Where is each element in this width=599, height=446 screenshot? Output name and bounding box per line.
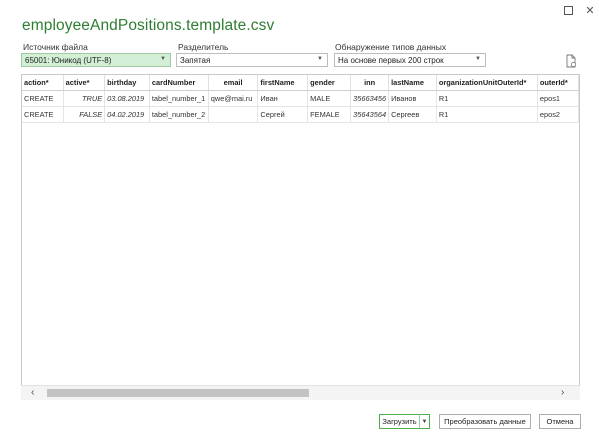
table-cell: tabel_number_1 bbox=[149, 90, 209, 107]
scrollbar-thumb[interactable] bbox=[47, 389, 309, 397]
table-cell: Сергеев bbox=[388, 106, 437, 123]
column-header[interactable]: birthday bbox=[104, 75, 150, 91]
chevron-down-icon: ▼ bbox=[475, 56, 481, 62]
cancel-button[interactable]: Отмена bbox=[539, 414, 581, 429]
chevron-down-icon: ▼ bbox=[421, 418, 428, 425]
transform-data-button[interactable]: Преобразовать данные bbox=[439, 414, 531, 429]
close-icon[interactable]: ✕ bbox=[583, 3, 597, 17]
table-cell: qwe@mai.ru bbox=[208, 90, 259, 107]
table-cell: R1 bbox=[436, 90, 538, 107]
scroll-right-icon[interactable]: › bbox=[561, 386, 564, 400]
delimiter-dropdown[interactable]: Запятая ▼ bbox=[176, 53, 328, 67]
table-cell bbox=[208, 106, 259, 123]
delimiter-value: Запятая bbox=[180, 55, 211, 65]
table-cell: epos2 bbox=[537, 106, 579, 123]
type-detection-value: На основе первых 200 строк bbox=[338, 55, 444, 65]
table-cell: Иванов bbox=[388, 90, 437, 107]
column-header[interactable]: action* bbox=[22, 75, 64, 91]
table-cell: TRUE bbox=[63, 90, 106, 107]
table-header-row: action* active* birthday cardNumber email fir… bbox=[22, 75, 579, 91]
chevron-down-icon: ▼ bbox=[317, 56, 323, 62]
type-detection-dropdown[interactable]: На основе первых 200 строк ▼ bbox=[334, 53, 486, 67]
preview-table: action* active* birthday cardNumber email fir… bbox=[21, 74, 580, 400]
table-cell: FALSE bbox=[63, 106, 106, 123]
column-header[interactable]: email bbox=[208, 75, 259, 91]
table-cell: 03.08.2019 bbox=[104, 90, 150, 107]
type-detection-label: Обнаружение типов данных bbox=[335, 42, 447, 52]
column-header[interactable]: inn bbox=[350, 75, 390, 91]
table-cell: 35663456 bbox=[350, 90, 390, 107]
scroll-left-icon[interactable]: ‹ bbox=[31, 386, 34, 400]
column-header[interactable]: outerId* bbox=[537, 75, 579, 91]
delimiter-label: Разделитель bbox=[178, 42, 229, 52]
table-cell: tabel_number_2 bbox=[149, 106, 209, 123]
maximize-icon[interactable] bbox=[561, 3, 575, 17]
table-cell: 04.02.2019 bbox=[104, 106, 150, 123]
file-origin-label: Источник файла bbox=[23, 42, 88, 52]
column-header[interactable]: lastName bbox=[388, 75, 437, 91]
table-cell: R1 bbox=[436, 106, 538, 123]
table-cell: MALE bbox=[307, 90, 352, 107]
file-origin-dropdown[interactable]: 65001: Юникод (UTF-8) ▼ bbox=[21, 53, 171, 67]
load-options-dropdown[interactable]: ▼ bbox=[419, 414, 430, 429]
table-cell: CREATE bbox=[22, 106, 64, 123]
column-header[interactable]: cardNumber bbox=[149, 75, 209, 91]
table-cell: epos1 bbox=[537, 90, 579, 107]
column-header[interactable]: gender bbox=[307, 75, 352, 91]
horizontal-scrollbar[interactable]: ‹ › bbox=[21, 385, 580, 400]
table-cell: 35643564 bbox=[350, 106, 390, 123]
refresh-icon[interactable] bbox=[565, 54, 577, 68]
column-header[interactable]: firstName bbox=[257, 75, 309, 91]
file-origin-value: 65001: Юникод (UTF-8) bbox=[25, 55, 112, 65]
load-button[interactable]: Загрузить bbox=[379, 414, 420, 429]
chevron-down-icon: ▼ bbox=[160, 56, 166, 62]
dialog-title: employeeAndPositions.template.csv bbox=[22, 17, 275, 34]
table-row: CREATE TRUE 03.08.2019 tabel_number_1 qwe@ma… bbox=[22, 90, 579, 107]
table-row: CREATE FALSE 04.02.2019 tabel_number_2 Серге… bbox=[22, 106, 579, 123]
column-header[interactable]: organizationUnitOuterId* bbox=[436, 75, 538, 91]
table-cell: CREATE bbox=[22, 90, 64, 107]
table-cell: Иван bbox=[257, 90, 309, 107]
table-cell: FEMALE bbox=[307, 106, 352, 123]
column-header[interactable]: active* bbox=[63, 75, 106, 91]
table-cell: Сергей bbox=[257, 106, 309, 123]
